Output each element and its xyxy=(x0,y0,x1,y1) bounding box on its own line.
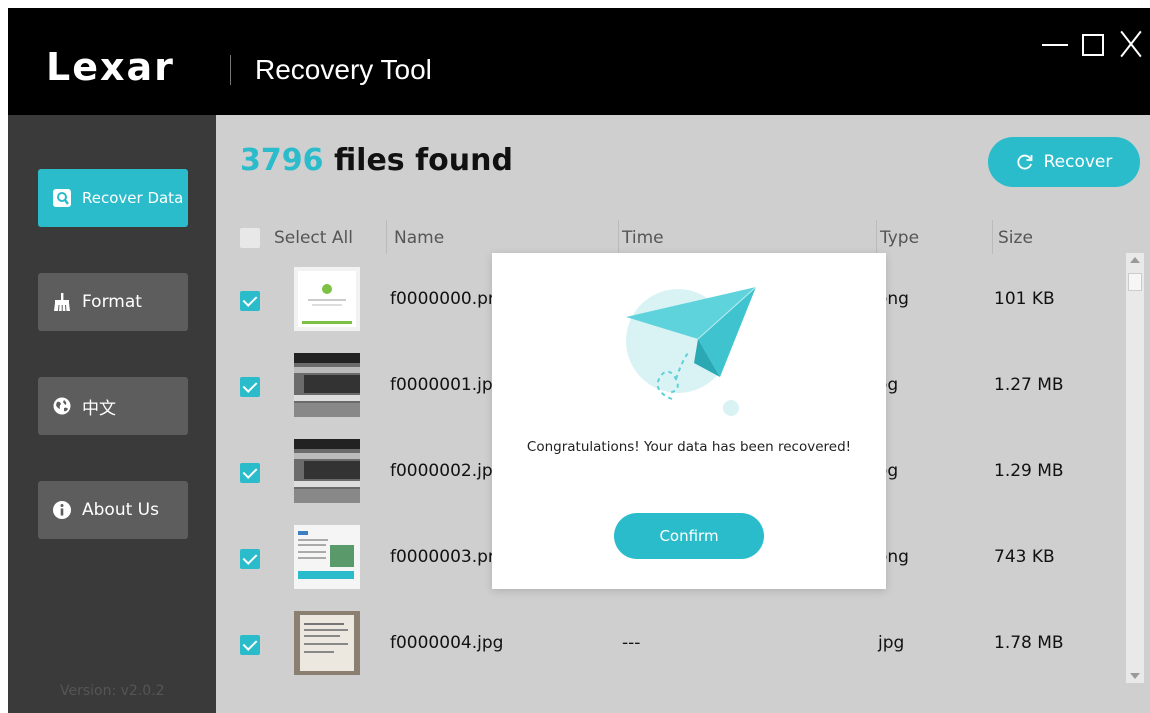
column-header-size[interactable]: Size xyxy=(998,228,1033,248)
app-root: Lexar Recovery Tool Recover Data Format … xyxy=(0,0,1150,713)
row-checkbox[interactable] xyxy=(240,291,260,311)
select-all-checkbox[interactable] xyxy=(240,228,260,248)
table-row[interactable]: f0000004.jpg --- jpg 1.78 MB xyxy=(216,607,1126,693)
row-checkbox[interactable] xyxy=(240,377,260,397)
recover-data-icon xyxy=(52,188,72,208)
files-found-count: 3796 xyxy=(240,143,324,178)
brand-name: Lexar xyxy=(46,45,175,89)
file-name: f0000004.jpg xyxy=(390,633,504,653)
row-checkbox[interactable] xyxy=(240,549,260,569)
row-checkbox[interactable] xyxy=(240,463,260,483)
sidebar-item-label: About Us xyxy=(82,500,159,520)
sidebar-item-label: Recover Data xyxy=(82,189,184,207)
refresh-icon xyxy=(1016,153,1034,171)
column-header-name[interactable]: Name xyxy=(394,228,444,248)
column-divider xyxy=(386,220,387,254)
scroll-up-arrow[interactable] xyxy=(1130,257,1140,263)
paper-plane-icon xyxy=(626,286,757,416)
close-button[interactable] xyxy=(1118,30,1144,58)
file-thumbnail xyxy=(294,525,360,589)
file-name: f0000002.jpg xyxy=(390,461,504,481)
sidebar-item-label: Format xyxy=(82,292,142,312)
confirm-button[interactable]: Confirm xyxy=(614,513,764,559)
file-thumbnail xyxy=(294,439,360,503)
sidebar-item-format[interactable]: Format xyxy=(38,273,188,331)
column-header-time[interactable]: Time xyxy=(622,228,664,248)
sidebar-item-label: 中文 xyxy=(82,398,116,419)
file-name: f0000000.pr xyxy=(390,289,495,309)
file-thumbnail xyxy=(294,353,360,417)
row-checkbox[interactable] xyxy=(240,635,260,655)
column-divider xyxy=(618,220,619,254)
select-all-label: Select All xyxy=(274,228,353,248)
title-bar: Lexar Recovery Tool xyxy=(8,8,1150,115)
column-divider xyxy=(876,220,877,254)
sidebar: Recover Data Format 中文 About Us Version:… xyxy=(8,115,216,713)
sidebar-item-about-us[interactable]: About Us xyxy=(38,481,188,539)
sidebar-item-recover-data[interactable]: Recover Data xyxy=(38,169,188,227)
file-size: 1.29 MB xyxy=(994,461,1064,481)
file-thumbnail xyxy=(294,267,360,331)
minimize-button[interactable] xyxy=(1042,30,1070,58)
globe-icon xyxy=(52,396,72,416)
title-divider xyxy=(230,55,231,85)
file-type: jpg xyxy=(878,633,905,653)
file-thumbnail xyxy=(294,611,360,675)
file-size: 101 KB xyxy=(994,289,1055,309)
file-time: --- xyxy=(622,633,641,653)
broom-icon xyxy=(52,292,72,312)
file-name: f0000001.jpg xyxy=(390,375,504,395)
file-size: 1.78 MB xyxy=(994,633,1064,653)
success-message: Congratulations! Your data has been reco… xyxy=(526,439,852,455)
scroll-down-arrow[interactable] xyxy=(1130,673,1140,679)
file-size: 743 KB xyxy=(994,547,1055,567)
app-title: Recovery Tool xyxy=(255,54,432,85)
column-divider xyxy=(992,220,993,254)
scroll-thumb[interactable] xyxy=(1128,273,1142,291)
recover-button-label: Recover xyxy=(1043,152,1113,172)
success-dialog: Congratulations! Your data has been reco… xyxy=(492,253,886,589)
recover-button[interactable]: Recover xyxy=(988,137,1140,187)
file-name: f0000003.pr xyxy=(390,547,495,567)
lexar-logo: Lexar xyxy=(46,42,175,92)
sidebar-item-language[interactable]: 中文 xyxy=(38,377,188,435)
info-icon xyxy=(52,500,72,520)
version-label: Version: v2.0.2 xyxy=(60,683,165,699)
files-found-heading: 3796 files found xyxy=(240,143,513,178)
maximize-button[interactable] xyxy=(1082,34,1104,56)
file-size: 1.27 MB xyxy=(994,375,1064,395)
vertical-scrollbar[interactable] xyxy=(1126,253,1144,683)
files-found-label: files found xyxy=(323,143,513,178)
table-header: Select All Name Time Type Size xyxy=(216,220,1150,256)
column-header-type[interactable]: Type xyxy=(880,228,919,248)
